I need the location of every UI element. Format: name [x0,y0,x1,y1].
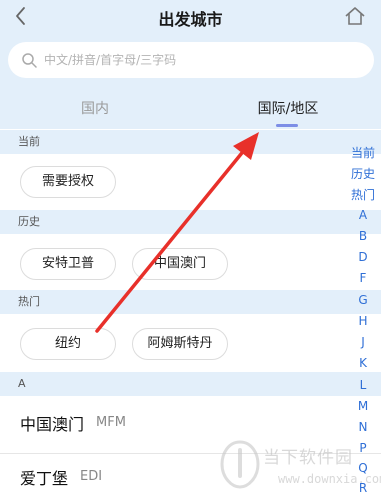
watermark-text: 当下软件园 [263,448,353,468]
city-code: EDI [80,469,103,484]
search-box[interactable] [8,42,374,78]
tab-international[interactable]: 国际/地区 [248,98,328,122]
index-item-history[interactable]: 历史 [345,165,381,182]
page-title: 出发城市 [158,10,223,29]
search-icon [22,53,37,68]
index-item-current[interactable]: 当前 [345,144,381,161]
section-header-history: 历史 [0,210,381,234]
index-item-d[interactable]: D [345,250,381,264]
index-item-l[interactable]: L [345,378,381,392]
watermark-logo-icon [220,440,260,489]
search-input[interactable] [44,42,364,78]
city-name: 中国澳门 [20,415,85,434]
index-item-f[interactable]: F [345,271,381,285]
watermark: 当下软件园 www.downxia.com [218,438,381,498]
chip-hot-amsterdam[interactable]: 阿姆斯特丹 [132,328,228,360]
city-row-macau[interactable]: 中国澳门 MFM [0,403,345,443]
section-header-hot: 热门 [0,290,381,314]
index-item-hot[interactable]: 热门 [345,186,381,203]
home-button[interactable] [344,5,366,27]
nav-bar: 出发城市 [0,0,381,36]
section-header-a: A [0,372,381,396]
tab-domestic[interactable]: 国内 [60,98,130,122]
index-item-k[interactable]: K [345,356,381,370]
index-item-j[interactable]: J [345,335,381,349]
index-item-m[interactable]: M [345,399,381,413]
chip-history-antwerp[interactable]: 安特卫普 [20,248,116,280]
chip-hot-new-york[interactable]: 纽约 [20,328,116,360]
chip-current-location[interactable]: 需要授权 [20,166,116,198]
index-item-h[interactable]: H [345,314,381,328]
active-tab-indicator [276,124,298,127]
city-code: MFM [96,415,126,430]
index-item-a[interactable]: A [345,208,381,222]
section-header-current: 当前 [0,130,381,154]
index-item-b[interactable]: B [345,229,381,243]
index-item-n[interactable]: N [345,420,381,434]
index-item-g[interactable]: G [345,293,381,307]
chip-history-macau[interactable]: 中国澳门 [132,248,228,280]
home-icon [345,7,365,25]
city-name: 爱丁堡 [20,469,69,488]
header-area: 出发城市 国内 国际/地区 [0,0,381,129]
watermark-url: www.downxia.com [278,472,381,486]
